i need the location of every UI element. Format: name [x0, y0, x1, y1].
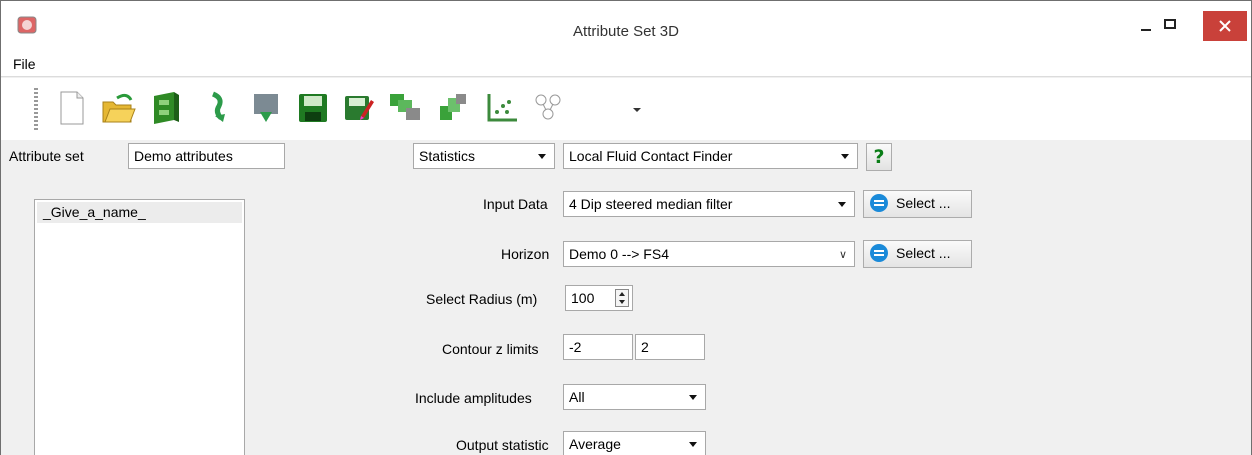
main-content: Attribute set Demo attributes Statistics…: [1, 141, 1251, 455]
chevron-down-icon: [689, 395, 697, 400]
include-amplitudes-select[interactable]: All: [563, 384, 706, 410]
save-icon[interactable]: [293, 86, 331, 130]
list-item[interactable]: _Give_a_name_: [37, 202, 242, 223]
input-data-select[interactable]: 4 Dip steered median filter: [563, 191, 855, 217]
import-icon[interactable]: [199, 86, 237, 130]
menu-file[interactable]: File: [13, 56, 36, 72]
title-bar: Attribute Set 3D: [1, 1, 1251, 49]
chevron-down-icon: [841, 154, 849, 159]
horizon-select-label: Select ...: [896, 245, 951, 261]
contour-z-limits-label: Contour z limits: [442, 341, 539, 357]
crossplot-icon[interactable]: [483, 86, 521, 130]
output-statistic-value: Average: [569, 436, 621, 452]
select-radius-value: 100: [571, 290, 595, 306]
toolbar-grip[interactable]: [34, 88, 38, 130]
close-button[interactable]: [1203, 11, 1247, 41]
horizon-select-button[interactable]: Select ...: [863, 240, 972, 268]
attribute-type-value: Local Fluid Contact Finder: [569, 148, 733, 164]
close-icon: [1219, 20, 1231, 32]
input-data-select-button[interactable]: Select ...: [863, 190, 972, 218]
horizon-label: Horizon: [501, 246, 550, 262]
maximize-icon: [1164, 19, 1176, 29]
list-select-icon: [870, 194, 888, 213]
output-statistic-select[interactable]: Average: [563, 431, 706, 455]
select-radius-label: Select Radius (m): [426, 291, 538, 307]
input-data-select-label: Select ...: [896, 195, 951, 211]
attribute-type-select[interactable]: Local Fluid Contact Finder: [563, 143, 858, 169]
attribute-icon-1[interactable]: [386, 86, 424, 130]
spinner-arrows-icon[interactable]: [615, 289, 629, 307]
attribute-list[interactable]: _Give_a_name_: [34, 199, 245, 455]
contour-z-max-field[interactable]: 2: [635, 334, 705, 360]
attribute-set-window: Attribute Set 3D File Attribute set Demo…: [0, 0, 1252, 455]
maximize-button[interactable]: [1156, 11, 1186, 41]
tree-dropdown-chevron-icon[interactable]: [633, 108, 641, 112]
reload-icon[interactable]: [246, 86, 284, 130]
attribute-category-select[interactable]: Statistics: [413, 143, 555, 169]
list-select-icon: [870, 244, 888, 263]
select-radius-spinner[interactable]: 100: [565, 285, 633, 311]
include-amplitudes-value: All: [569, 389, 585, 405]
input-data-label: Input Data: [483, 196, 548, 212]
save-as-icon[interactable]: [339, 86, 377, 130]
open-icon[interactable]: [99, 86, 137, 130]
horizon-select[interactable]: Demo 0 --> FS4 ∨: [563, 241, 855, 267]
attribute-set-name-field[interactable]: Demo attributes: [128, 143, 285, 169]
include-amplitudes-label: Include amplitudes: [415, 390, 532, 406]
horizon-value: Demo 0 --> FS4: [569, 246, 669, 262]
attribute-category-value: Statistics: [419, 148, 476, 164]
menu-bar: File: [1, 49, 1251, 77]
output-statistic-label: Output statistic: [456, 437, 549, 453]
chevron-down-icon: ∨: [838, 249, 847, 261]
toolbar: [1, 78, 1251, 140]
chevron-down-icon: [538, 154, 546, 159]
window-title: Attribute Set 3D: [573, 23, 679, 40]
new-icon[interactable]: [53, 86, 91, 130]
contour-z-min-field[interactable]: -2: [563, 334, 633, 360]
attribute-icon-2[interactable]: [434, 86, 472, 130]
chevron-down-icon: [689, 442, 697, 447]
attribute-set-label: Attribute set: [9, 148, 84, 164]
cabinet-icon[interactable]: [146, 86, 184, 130]
input-data-value: 4 Dip steered median filter: [569, 196, 733, 212]
help-button[interactable]: ?: [866, 143, 892, 171]
tree-icon[interactable]: [529, 86, 567, 130]
minimize-icon: [1141, 29, 1151, 31]
chevron-down-icon: [838, 202, 846, 207]
